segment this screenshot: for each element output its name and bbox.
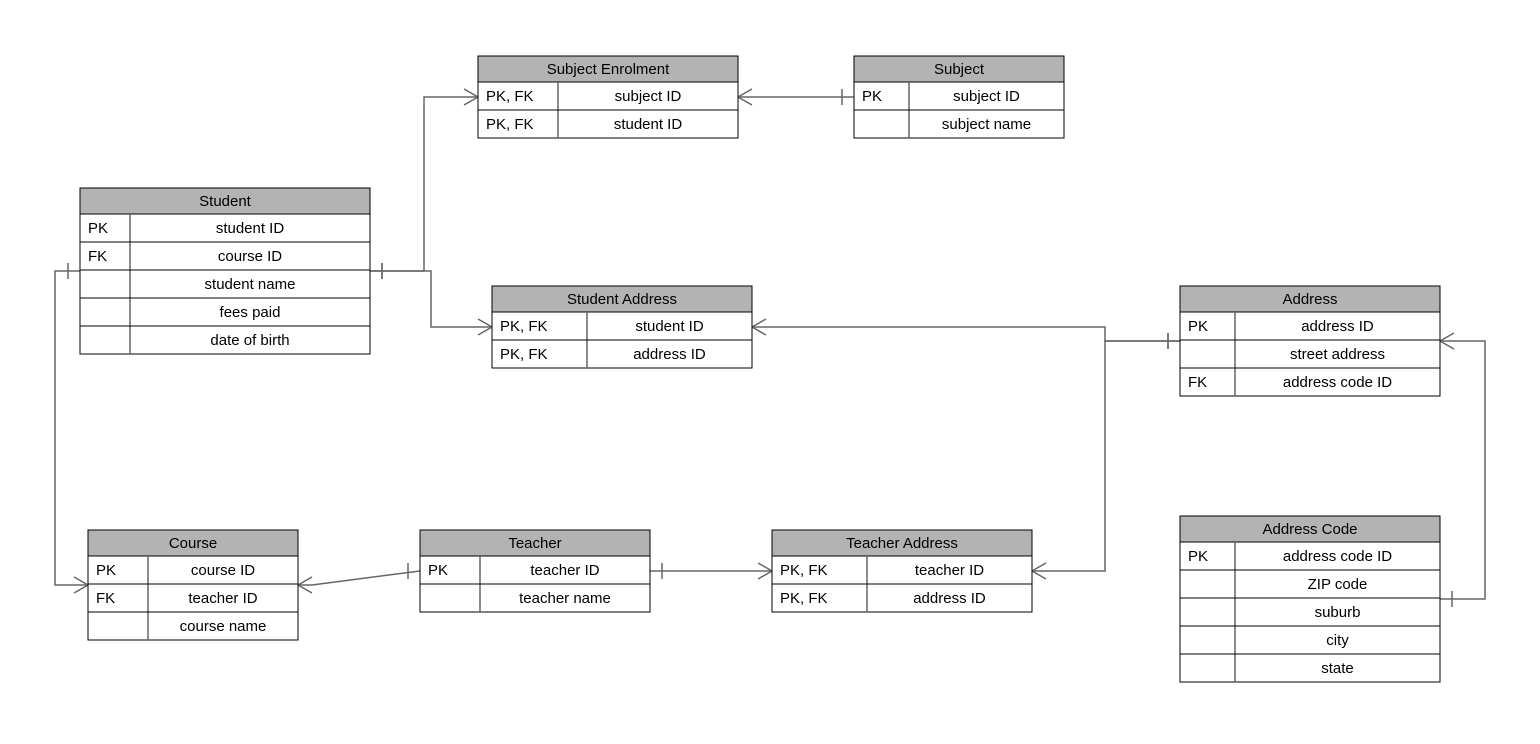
- name-cell: student ID: [614, 116, 683, 133]
- rel-teacheraddress-address: [1032, 333, 1180, 579]
- name-cell: ZIP code: [1308, 576, 1368, 593]
- key-cell: PK: [1188, 318, 1208, 335]
- name-cell: date of birth: [210, 332, 289, 349]
- key-cell: FK: [1188, 374, 1207, 391]
- name-cell: teacher ID: [188, 590, 257, 607]
- rel-course-teacher: [298, 563, 420, 593]
- entity-student_address: Student Address PK, FK student ID PK, FK add…: [492, 286, 752, 368]
- key-cell: PK, FK: [486, 88, 534, 105]
- name-cell: address ID: [913, 590, 986, 607]
- key-cell: PK, FK: [780, 590, 828, 607]
- name-cell: address code ID: [1283, 548, 1392, 565]
- entity-title: Subject: [934, 61, 985, 78]
- key-cell: FK: [96, 590, 115, 607]
- name-cell: state: [1321, 660, 1354, 677]
- key-cell: PK, FK: [780, 562, 828, 579]
- name-cell: student ID: [216, 220, 285, 237]
- entity-title: Address: [1282, 291, 1337, 308]
- entity-title: Course: [169, 535, 217, 552]
- key-cell: PK: [862, 88, 882, 105]
- name-cell: student name: [205, 276, 296, 293]
- name-cell: subject name: [942, 116, 1031, 133]
- entity-title: Address Code: [1262, 521, 1357, 538]
- entity-address: Address PK address ID street address FK addre…: [1180, 286, 1440, 396]
- name-cell: course ID: [191, 562, 255, 579]
- entity-teacher_address: Teacher Address PK, FK teacher ID PK, FK add…: [772, 530, 1032, 612]
- entity-student: Student PK student ID FK course ID student na…: [80, 188, 370, 354]
- rel-teacher-teacheraddress: [650, 563, 772, 579]
- key-cell: PK, FK: [500, 318, 548, 335]
- entity-teacher: Teacher PK teacher ID teacher name: [420, 530, 650, 612]
- entity-course: Course PK course ID FK teacher ID course name: [88, 530, 298, 640]
- key-cell: PK: [96, 562, 116, 579]
- entity-address_code: Address Code PK address code ID ZIP code sub…: [1180, 516, 1440, 682]
- rel-studentaddress-address: [752, 319, 1180, 349]
- entity-title: Teacher Address: [846, 535, 958, 552]
- rel-student-subjectenrolment: [370, 89, 478, 279]
- entity-title: Student: [199, 193, 252, 210]
- name-cell: fees paid: [220, 304, 281, 321]
- name-cell: suburb: [1315, 604, 1361, 621]
- name-cell: teacher ID: [915, 562, 984, 579]
- name-cell: course ID: [218, 248, 282, 265]
- key-cell: PK, FK: [500, 346, 548, 363]
- name-cell: teacher ID: [530, 562, 599, 579]
- name-cell: street address: [1290, 346, 1385, 363]
- name-cell: address ID: [1301, 318, 1374, 335]
- rel-student-studentaddress: [370, 263, 492, 335]
- entity-title: Subject Enrolment: [547, 61, 670, 78]
- entity-title: Student Address: [567, 291, 677, 308]
- key-cell: PK, FK: [486, 116, 534, 133]
- entity-subject: Subject PK subject ID subject name: [854, 56, 1064, 138]
- name-cell: student ID: [635, 318, 704, 335]
- entity-title: Teacher: [508, 535, 561, 552]
- key-cell: PK: [88, 220, 108, 237]
- rel-subjectenrolment-subject: [738, 89, 854, 105]
- name-cell: subject ID: [615, 88, 682, 105]
- key-cell: PK: [428, 562, 448, 579]
- name-cell: subject ID: [953, 88, 1020, 105]
- entity-subject_enrolment: Subject Enrolment PK, FK subject ID PK, FK s…: [478, 56, 738, 138]
- name-cell: course name: [180, 618, 267, 635]
- name-cell: city: [1326, 632, 1349, 649]
- name-cell: teacher name: [519, 590, 611, 607]
- key-cell: PK: [1188, 548, 1208, 565]
- key-cell: FK: [88, 248, 107, 265]
- rel-address-addresscode: [1440, 333, 1485, 607]
- name-cell: address ID: [633, 346, 706, 363]
- name-cell: address code ID: [1283, 374, 1392, 391]
